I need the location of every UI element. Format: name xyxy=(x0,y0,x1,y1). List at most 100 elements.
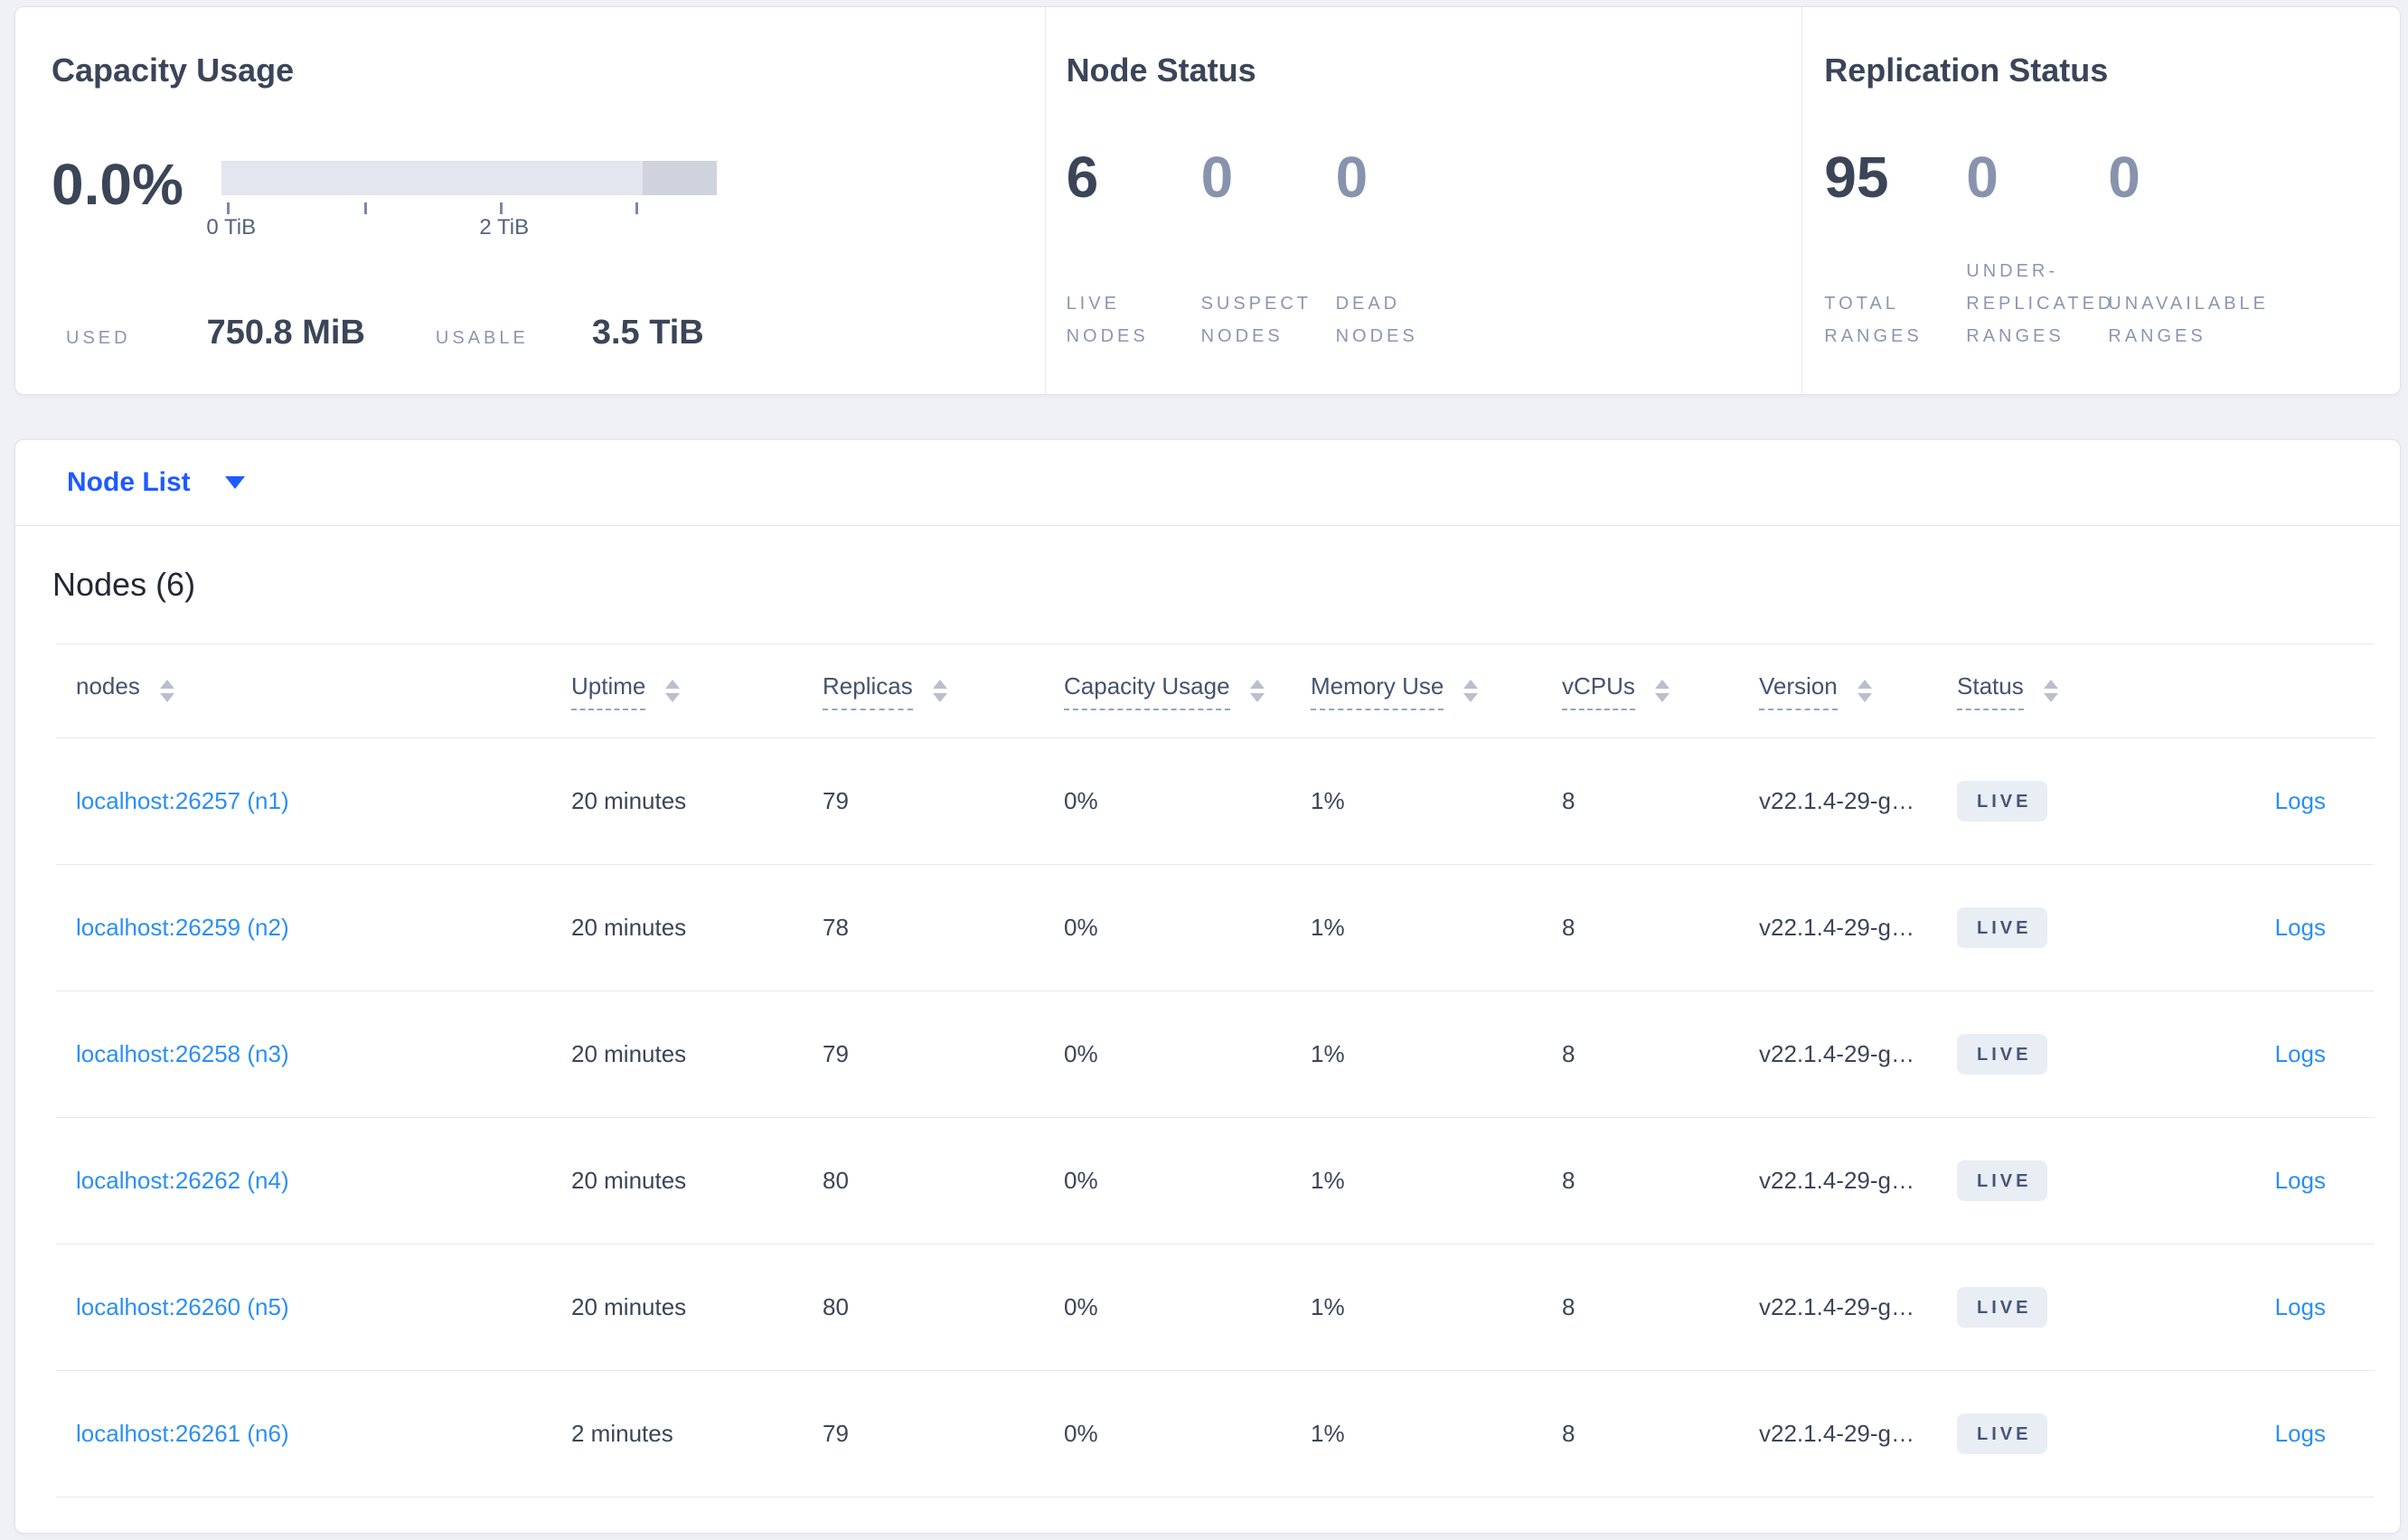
replication-stats: 95 TOTAL RANGES 0 UNDER- REPLICATED RANG… xyxy=(1824,143,2400,352)
chevron-down-icon xyxy=(224,476,245,489)
logs-link[interactable]: Logs xyxy=(2275,1040,2326,1067)
suspect-nodes-value: 0 xyxy=(1200,145,1234,210)
replicas-cell: 79 xyxy=(823,1370,1064,1498)
table-row: localhost:26260 (n5) 20 minutes 80 0% 1%… xyxy=(56,1244,2375,1371)
table-row: localhost:26257 (n1) 20 minutes 79 0% 1%… xyxy=(56,737,2375,865)
capacity-usage-section: Capacity Usage 0.0% 0 TiB 2 TiB USED 750… xyxy=(15,7,1045,394)
live-nodes-stat: 6 LIVE NODES xyxy=(1067,143,1201,352)
dead-nodes-label: DEAD NODES xyxy=(1335,294,1418,346)
capacity-cell: 0% xyxy=(1064,864,1311,991)
uptime-cell: 20 minutes xyxy=(571,1244,823,1371)
tick-3tib xyxy=(635,202,638,214)
memory-cell: 1% xyxy=(1311,737,1562,865)
sort-icon xyxy=(1857,679,1872,702)
logs-link[interactable]: Logs xyxy=(2275,914,2326,941)
column-header-uptime[interactable]: Uptime xyxy=(571,643,823,738)
memory-cell: 1% xyxy=(1311,1117,1562,1244)
column-header-vcpus[interactable]: vCPUs xyxy=(1562,643,1759,738)
status-cell: LIVE xyxy=(1957,864,2167,991)
tick-2tib xyxy=(500,202,503,214)
node-status-title: Node Status xyxy=(1066,52,1256,89)
table-row: localhost:26262 (n4) 20 minutes 80 0% 1%… xyxy=(56,1117,2375,1244)
vcpus-cell: 8 xyxy=(1562,1117,1759,1244)
uptime-cell: 2 minutes xyxy=(571,1370,823,1498)
replicas-cell: 78 xyxy=(823,864,1064,991)
node-status-stats: 6 LIVE NODES 0 SUSPECT NODES 0 DEAD NODE… xyxy=(1067,143,1802,352)
node-list-dropdown[interactable]: Node List xyxy=(15,440,2400,526)
column-header-version[interactable]: Version xyxy=(1759,643,1957,738)
node-link[interactable]: localhost:26257 (n1) xyxy=(76,787,289,814)
tick-label-0tib: 0 TiB xyxy=(206,215,257,239)
logs-link[interactable]: Logs xyxy=(2275,1167,2326,1194)
dead-nodes-stat: 0 DEAD NODES xyxy=(1336,143,1471,352)
memory-cell: 1% xyxy=(1311,1244,1562,1371)
suspect-nodes-label: SUSPECT NODES xyxy=(1200,294,1312,346)
capacity-cell: 0% xyxy=(1064,1370,1311,1498)
sort-icon xyxy=(1654,679,1670,702)
logs-link[interactable]: Logs xyxy=(2275,787,2326,814)
capacity-cell: 0% xyxy=(1064,991,1311,1118)
uptime-cell: 20 minutes xyxy=(571,991,823,1118)
node-link[interactable]: localhost:26261 (n6) xyxy=(76,1420,289,1447)
status-badge: LIVE xyxy=(1957,1413,2048,1454)
version-cell: v22.1.4-29-g… xyxy=(1759,864,1957,991)
node-link[interactable]: localhost:26258 (n3) xyxy=(76,1040,289,1067)
capacity-cell: 0% xyxy=(1064,1244,1311,1371)
column-header-capacity-usage[interactable]: Capacity Usage xyxy=(1064,643,1311,738)
live-nodes-value: 6 xyxy=(1066,145,1099,210)
node-link[interactable]: localhost:26260 (n5) xyxy=(76,1293,289,1320)
capacity-axis-labels: 0 TiB 2 TiB xyxy=(206,215,717,242)
table-row: localhost:26261 (n6) 2 minutes 79 0% 1% … xyxy=(56,1370,2375,1498)
replicas-cell: 79 xyxy=(823,737,1064,865)
version-cell: v22.1.4-29-g… xyxy=(1759,1117,1957,1244)
vcpus-cell: 8 xyxy=(1562,1244,1759,1371)
version-cell: v22.1.4-29-g… xyxy=(1759,991,1957,1118)
vcpus-cell: 8 xyxy=(1562,864,1759,991)
memory-cell: 1% xyxy=(1311,991,1562,1118)
memory-cell: 1% xyxy=(1311,864,1562,991)
nodes-table: nodes Uptime Replicas Capacity Usage Mem… xyxy=(56,643,2375,1498)
node-link[interactable]: localhost:26259 (n2) xyxy=(76,914,289,941)
replicas-cell: 80 xyxy=(823,1244,1064,1371)
status-cell: LIVE xyxy=(1957,991,2167,1118)
column-header-memory-use[interactable]: Memory Use xyxy=(1311,643,1562,738)
unavailable-ranges-label: UNAVAILABLE RANGES xyxy=(2108,294,2270,346)
capacity-cell: 0% xyxy=(1064,737,1311,865)
table-row: localhost:26259 (n2) 20 minutes 78 0% 1%… xyxy=(56,864,2375,991)
version-cell: v22.1.4-29-g… xyxy=(1759,737,1957,865)
vcpus-cell: 8 xyxy=(1562,1370,1759,1498)
suspect-nodes-stat: 0 SUSPECT NODES xyxy=(1201,143,1336,352)
column-header-nodes[interactable]: nodes xyxy=(56,643,571,738)
node-link[interactable]: localhost:26262 (n4) xyxy=(76,1167,289,1194)
replicas-cell: 79 xyxy=(823,991,1064,1118)
usable-value: 3.5 TiB xyxy=(591,314,704,352)
sort-icon xyxy=(665,679,681,702)
logs-link[interactable]: Logs xyxy=(2275,1420,2326,1447)
node-list-dropdown-label: Node List xyxy=(67,467,191,497)
capacity-bar-track xyxy=(221,161,717,195)
usable-label: USABLE xyxy=(435,328,529,348)
total-ranges-stat: 95 TOTAL RANGES xyxy=(1824,143,1966,352)
tick-label-2tib: 2 TiB xyxy=(479,215,530,239)
column-header-status[interactable]: Status xyxy=(1957,643,2167,738)
sort-icon xyxy=(932,679,947,702)
capacity-percent: 0.0% xyxy=(52,152,183,217)
capacity-gauge: 0.0% 0 TiB 2 TiB xyxy=(52,150,1045,242)
column-header-replicas[interactable]: Replicas xyxy=(823,643,1064,738)
total-ranges-label: TOTAL RANGES xyxy=(1824,294,1923,346)
sort-icon xyxy=(1249,679,1265,702)
version-cell: v22.1.4-29-g… xyxy=(1759,1370,1957,1498)
version-cell: v22.1.4-29-g… xyxy=(1759,1244,1957,1371)
cluster-summary-card: Capacity Usage 0.0% 0 TiB 2 TiB USED 750… xyxy=(14,6,2401,395)
under-replicated-ranges-value: 0 xyxy=(1966,145,1999,210)
logs-link[interactable]: Logs xyxy=(2275,1293,2326,1320)
status-cell: LIVE xyxy=(1957,1117,2167,1244)
sort-icon xyxy=(159,679,174,702)
total-ranges-value: 95 xyxy=(1824,145,1889,210)
tick-1tib xyxy=(364,202,367,214)
status-badge: LIVE xyxy=(1957,781,2048,822)
unavailable-ranges-value: 0 xyxy=(2108,145,2140,210)
capacity-bar-reserved-segment xyxy=(643,161,717,195)
status-cell: LIVE xyxy=(1957,737,2167,865)
capacity-stats-row: USED 750.8 MiB USABLE 3.5 TiB xyxy=(52,314,1045,352)
